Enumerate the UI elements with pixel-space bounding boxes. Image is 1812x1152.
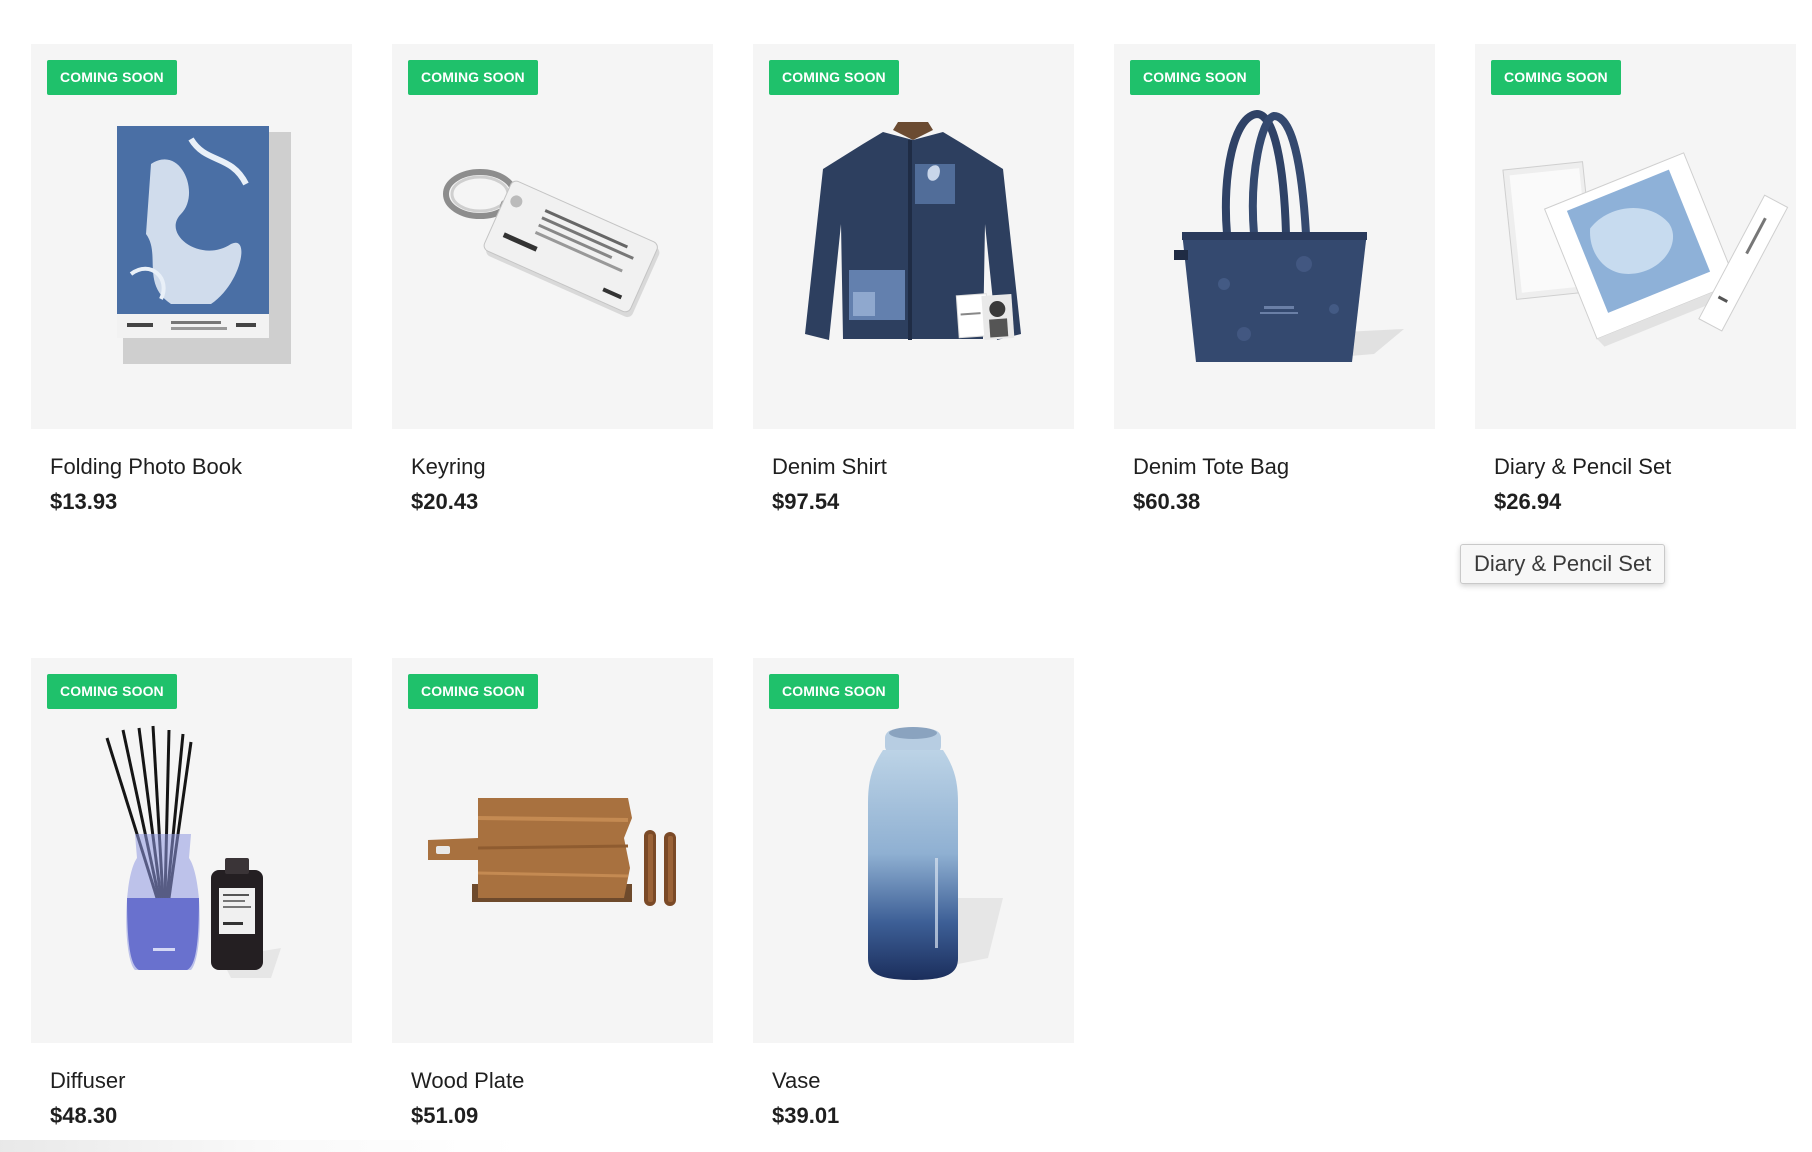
product-image-container[interactable]: COMING SOON — [753, 44, 1074, 429]
product-price: $60.38 — [1133, 489, 1201, 514]
product-image-container[interactable]: COMING SOON — [753, 658, 1074, 1043]
product-image-container[interactable]: COMING SOON — [1475, 44, 1796, 429]
product-card-vase[interactable]: COMING SOON Vase $39.01 — [753, 658, 1074, 1128]
tote-bag-image — [1174, 109, 1404, 362]
product-card-keyring[interactable]: COMING SOON Keyring $20.43 — [392, 44, 713, 514]
product-title[interactable]: Diffuser — [50, 1068, 125, 1094]
product-card-folding-photo-book[interactable]: COMING SOON Folding Photo Book $13.93 — [31, 44, 352, 514]
product-price: $26.94 — [1494, 489, 1562, 514]
product-title[interactable]: Vase — [772, 1068, 821, 1094]
product-card-wood-plate[interactable]: COMING SOON Wood Plate $51.09 — [392, 658, 713, 1128]
product-image-container[interactable]: COMING SOON — [392, 44, 713, 429]
product-image-container[interactable]: COMING SOON — [31, 658, 352, 1043]
product-card-denim-shirt[interactable]: COMING SOON Denim Shirt $97.54 — [753, 44, 1074, 514]
product-card-denim-tote-bag[interactable]: COMING SOON Denim Tote Bag $60.38 — [1114, 44, 1435, 514]
product-title[interactable]: Folding Photo Book — [50, 454, 242, 480]
product-price: $51.09 — [411, 1103, 479, 1128]
product-price: $97.54 — [772, 489, 840, 514]
coming-soon-badge: COMING SOON — [47, 674, 177, 709]
coming-soon-badge: COMING SOON — [1491, 60, 1621, 95]
product-title[interactable]: Denim Shirt — [772, 454, 887, 480]
coming-soon-badge: COMING SOON — [408, 60, 538, 95]
product-title[interactable]: Wood Plate — [411, 1068, 524, 1094]
keyring-image — [443, 169, 660, 318]
diffuser-image — [105, 725, 281, 978]
product-title[interactable]: Keyring — [411, 454, 486, 480]
diary-pencil-set-image — [1502, 152, 1789, 347]
coming-soon-badge: COMING SOON — [408, 674, 538, 709]
product-title[interactable]: Diary & Pencil Set — [1494, 454, 1671, 480]
product-image-container[interactable]: COMING SOON — [1114, 44, 1435, 429]
coming-soon-badge: COMING SOON — [769, 60, 899, 95]
hover-tooltip: Diary & Pencil Set — [1460, 544, 1666, 584]
product-image-container[interactable]: COMING SOON — [31, 44, 352, 429]
photo-book-image — [117, 126, 291, 364]
coming-soon-badge: COMING SOON — [769, 674, 899, 709]
product-price: $13.93 — [50, 489, 118, 514]
coming-soon-badge: COMING SOON — [47, 60, 177, 95]
wood-plate-image — [428, 798, 676, 906]
coming-soon-badge: COMING SOON — [1130, 60, 1260, 95]
product-title[interactable]: Denim Tote Bag — [1133, 454, 1289, 480]
product-price: $48.30 — [50, 1103, 118, 1128]
product-card-diary-pencil-set[interactable]: COMING SOON Diary & Pencil Set $26.94 — [1475, 44, 1796, 514]
product-price: $20.43 — [411, 489, 479, 514]
product-card-diffuser[interactable]: COMING SOON Diffuser $48.30 — [31, 658, 352, 1128]
vase-image — [868, 727, 1003, 980]
product-price: $39.01 — [772, 1103, 840, 1128]
scroll-shadow — [0, 1140, 520, 1152]
product-image-container[interactable]: COMING SOON — [392, 658, 713, 1043]
denim-shirt-image — [805, 122, 1021, 340]
